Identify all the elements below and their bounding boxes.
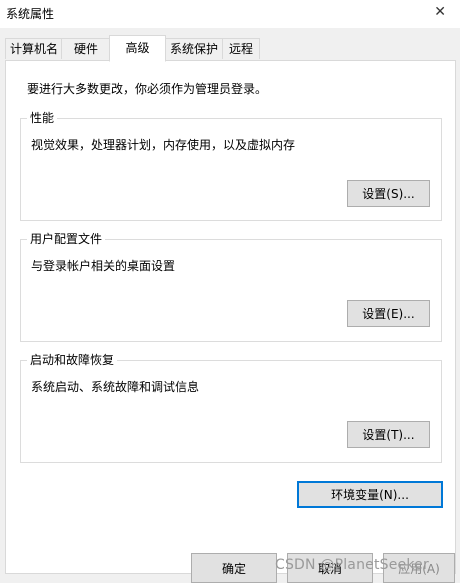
tab-system-protection[interactable]: 系统保护: [164, 38, 224, 59]
tab-strip: 计算机名 硬件 高级 系统保护 远程: [5, 35, 455, 62]
title-bar: 系统属性 ✕: [0, 0, 460, 28]
startup-recovery-group: 启动和故障恢复 系统启动、系统故障和调试信息 设置(T)...: [20, 353, 442, 463]
user-profiles-description: 与登录帐户相关的桌面设置: [31, 259, 176, 273]
watermark: CSDN @PlanetSeeker: [275, 557, 429, 573]
environment-variables-button[interactable]: 环境变量(N)...: [297, 481, 443, 508]
performance-settings-button[interactable]: 设置(S)...: [347, 180, 430, 207]
tab-computer-name[interactable]: 计算机名: [5, 38, 63, 59]
tab-remote[interactable]: 远程: [222, 38, 260, 59]
performance-legend: 性能: [27, 111, 58, 125]
advanced-panel: 要进行大多数更改，你必须作为管理员登录。 性能 视觉效果，处理器计划，内存使用，…: [5, 60, 456, 574]
window-title: 系统属性: [6, 7, 55, 21]
user-profiles-group: 用户配置文件 与登录帐户相关的桌面设置 设置(E)...: [20, 232, 442, 342]
dialog-body: 计算机名 硬件 高级 系统保护 远程 要进行大多数更改，你必须作为管理员登录。 …: [0, 28, 460, 583]
user-profiles-settings-button[interactable]: 设置(E)...: [347, 300, 430, 327]
tab-advanced[interactable]: 高级: [109, 35, 166, 62]
performance-description: 视觉效果，处理器计划，内存使用，以及虚拟内存: [31, 138, 296, 152]
close-icon[interactable]: ✕: [434, 4, 446, 20]
startup-recovery-legend: 启动和故障恢复: [27, 353, 118, 367]
performance-group: 性能 视觉效果，处理器计划，内存使用，以及虚拟内存 设置(S)...: [20, 111, 442, 221]
admin-note: 要进行大多数更改，你必须作为管理员登录。: [27, 82, 268, 96]
ok-button[interactable]: 确定: [191, 553, 277, 583]
startup-recovery-settings-button[interactable]: 设置(T)...: [347, 421, 430, 448]
user-profiles-legend: 用户配置文件: [27, 232, 106, 246]
startup-recovery-description: 系统启动、系统故障和调试信息: [31, 380, 200, 394]
tab-hardware[interactable]: 硬件: [61, 38, 111, 59]
